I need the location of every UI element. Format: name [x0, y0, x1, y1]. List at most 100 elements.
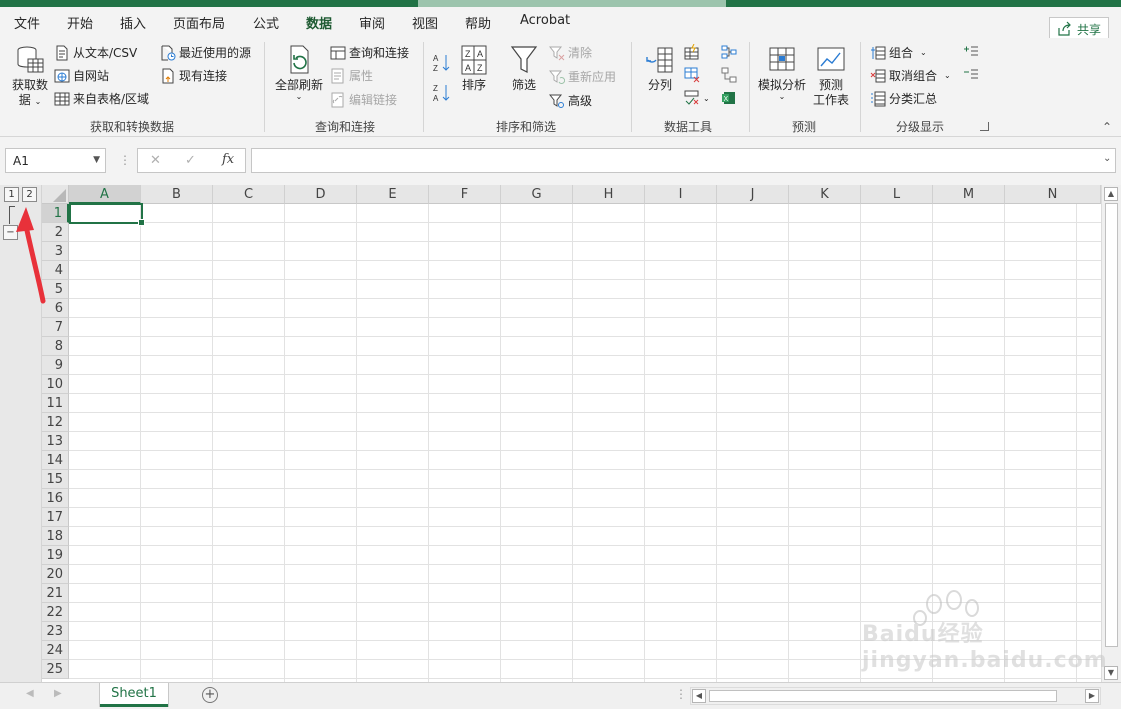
- get-data-button[interactable]: 获取数 据 ⌄: [8, 44, 52, 109]
- sort-ascending-button[interactable]: AZ: [432, 52, 452, 74]
- data-validation-button[interactable]: ⌄: [684, 90, 710, 106]
- from-table-button[interactable]: 来自表格/区域: [54, 90, 149, 107]
- relationships-button[interactable]: [721, 67, 737, 83]
- what-if-analysis-button[interactable]: 模拟分析 ⌄: [756, 44, 808, 101]
- from-text-csv-button[interactable]: 从文本/CSV: [54, 44, 137, 61]
- row-header[interactable]: 1: [42, 204, 69, 223]
- row-header[interactable]: 15: [42, 470, 69, 489]
- remove-duplicates-button[interactable]: [684, 67, 700, 83]
- row-header[interactable]: 24: [42, 641, 69, 660]
- subtotal-button[interactable]: 分类汇总: [870, 90, 937, 107]
- column-header[interactable]: G: [501, 185, 573, 204]
- select-all-button[interactable]: [42, 185, 69, 204]
- tab-acrobat[interactable]: Acrobat: [520, 13, 570, 28]
- column-header[interactable]: F: [429, 185, 501, 204]
- row-header[interactable]: 12: [42, 413, 69, 432]
- properties-button[interactable]: 属性: [330, 67, 373, 84]
- scroll-up-icon[interactable]: ▲: [1104, 187, 1118, 201]
- row-header[interactable]: 9: [42, 356, 69, 375]
- sheet-tab-sheet1[interactable]: Sheet1: [100, 683, 168, 707]
- column-header[interactable]: K: [789, 185, 861, 204]
- row-header[interactable]: 5: [42, 280, 69, 299]
- dialog-launcher-icon[interactable]: [980, 122, 989, 131]
- from-web-button[interactable]: 自网站: [54, 67, 109, 84]
- row-header[interactable]: 7: [42, 318, 69, 337]
- tab-help[interactable]: 帮助: [465, 13, 491, 32]
- tab-home[interactable]: 开始: [67, 13, 93, 32]
- column-header[interactable]: C: [213, 185, 285, 204]
- split-grip-icon[interactable]: ⋮: [675, 687, 687, 701]
- sort-descending-button[interactable]: ZA: [432, 82, 452, 104]
- row-header[interactable]: 2: [42, 223, 69, 242]
- text-to-columns-button[interactable]: 分列: [640, 44, 680, 93]
- consolidate-button[interactable]: [721, 44, 737, 60]
- recent-sources-button[interactable]: 最近使用的源: [160, 44, 251, 61]
- existing-connections-button[interactable]: 现有连接: [160, 67, 227, 84]
- column-header[interactable]: B: [141, 185, 213, 204]
- row-header[interactable]: 4: [42, 261, 69, 280]
- column-header[interactable]: H: [573, 185, 645, 204]
- forecast-sheet-button[interactable]: 预测 工作表: [810, 44, 852, 108]
- row-header[interactable]: 21: [42, 584, 69, 603]
- column-header[interactable]: I: [645, 185, 717, 204]
- column-header[interactable]: N: [1005, 185, 1101, 204]
- row-header[interactable]: 14: [42, 451, 69, 470]
- vertical-scrollbar[interactable]: ▲ ▼: [1101, 185, 1121, 682]
- column-header[interactable]: M: [933, 185, 1005, 204]
- row-header[interactable]: 10: [42, 375, 69, 394]
- column-header[interactable]: A: [69, 185, 141, 204]
- row-header[interactable]: 18: [42, 527, 69, 546]
- filter-button[interactable]: 筛选: [506, 44, 542, 93]
- expand-formula-icon[interactable]: ⌄: [1103, 153, 1111, 164]
- cell-area[interactable]: [69, 204, 1101, 682]
- horizontal-scrollbar[interactable]: ◀ ▶: [690, 687, 1101, 705]
- row-header[interactable]: 25: [42, 660, 69, 679]
- next-sheet-icon[interactable]: ▶: [54, 688, 62, 699]
- tab-review[interactable]: 审阅: [359, 13, 385, 32]
- insert-function-icon[interactable]: fx: [222, 152, 234, 167]
- advanced-filter-button[interactable]: 高级: [549, 92, 592, 109]
- group-button[interactable]: 组合 ⌄: [870, 44, 927, 61]
- tab-file[interactable]: 文件: [14, 13, 40, 32]
- data-model-button[interactable]: X: [721, 90, 737, 106]
- enter-icon[interactable]: ✓: [185, 153, 196, 168]
- reapply-button[interactable]: 重新应用: [549, 68, 616, 85]
- horizontal-scroll-thumb[interactable]: [709, 690, 1057, 702]
- collapse-group-button[interactable]: −: [3, 225, 18, 240]
- collapse-ribbon-icon[interactable]: ⌃: [1102, 120, 1112, 134]
- tab-page-layout[interactable]: 页面布局: [173, 13, 225, 32]
- column-header[interactable]: J: [717, 185, 789, 204]
- hide-detail-button[interactable]: [963, 67, 979, 83]
- tab-view[interactable]: 视图: [412, 13, 438, 32]
- cancel-icon[interactable]: ✕: [150, 153, 161, 168]
- row-header[interactable]: 6: [42, 299, 69, 318]
- tab-data[interactable]: 数据: [306, 13, 332, 32]
- add-sheet-icon[interactable]: +: [202, 687, 218, 703]
- edit-links-button[interactable]: 编辑链接: [330, 91, 397, 108]
- sort-button[interactable]: ZAAZ 排序: [456, 44, 492, 93]
- ungroup-button[interactable]: 取消组合 ⌄: [870, 67, 951, 84]
- show-detail-button[interactable]: [963, 44, 979, 60]
- chevron-down-icon[interactable]: ▼: [93, 155, 100, 165]
- row-header[interactable]: 22: [42, 603, 69, 622]
- active-cell[interactable]: [69, 203, 145, 226]
- row-header[interactable]: 13: [42, 432, 69, 451]
- column-header[interactable]: D: [285, 185, 357, 204]
- queries-connections-button[interactable]: 查询和连接: [330, 44, 409, 61]
- row-header[interactable]: 8: [42, 337, 69, 356]
- scroll-left-icon[interactable]: ◀: [692, 689, 706, 703]
- scroll-down-icon[interactable]: ▼: [1104, 666, 1118, 680]
- tab-formulas[interactable]: 公式: [253, 13, 279, 32]
- refresh-all-button[interactable]: 全部刷新 ⌄: [272, 44, 326, 101]
- scroll-right-icon[interactable]: ▶: [1085, 689, 1099, 703]
- column-header[interactable]: L: [861, 185, 933, 204]
- vertical-scroll-thumb[interactable]: [1105, 203, 1118, 647]
- row-header[interactable]: 20: [42, 565, 69, 584]
- row-header[interactable]: 11: [42, 394, 69, 413]
- tab-insert[interactable]: 插入: [120, 13, 146, 32]
- clear-filter-button[interactable]: 清除: [549, 44, 592, 61]
- column-header[interactable]: E: [357, 185, 429, 204]
- row-header[interactable]: 3: [42, 242, 69, 261]
- row-header[interactable]: 17: [42, 508, 69, 527]
- prev-sheet-icon[interactable]: ◀: [26, 688, 34, 699]
